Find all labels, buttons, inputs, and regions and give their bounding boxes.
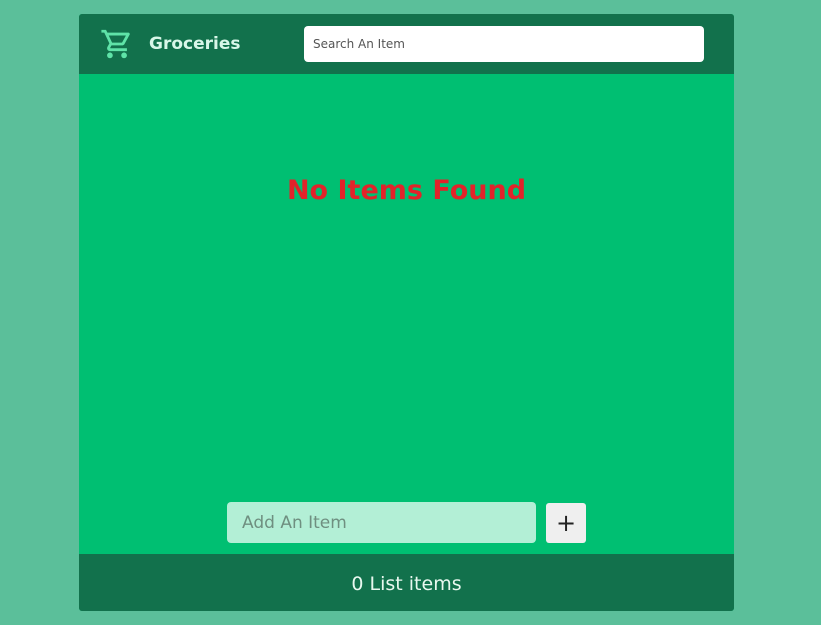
empty-list-message: No Items Found	[286, 175, 527, 206]
app-title: Groceries	[149, 34, 241, 54]
add-item-input[interactable]	[227, 502, 536, 543]
header: Groceries	[79, 14, 734, 74]
footer: 0 List items	[79, 554, 734, 611]
add-item-button[interactable]: +	[546, 503, 586, 543]
search-input[interactable]	[304, 26, 704, 62]
shopping-cart-icon	[101, 29, 130, 59]
list-item-count: 0 List items	[351, 573, 462, 595]
grocery-app: Groceries No Items Found + 0 List items	[79, 14, 734, 611]
